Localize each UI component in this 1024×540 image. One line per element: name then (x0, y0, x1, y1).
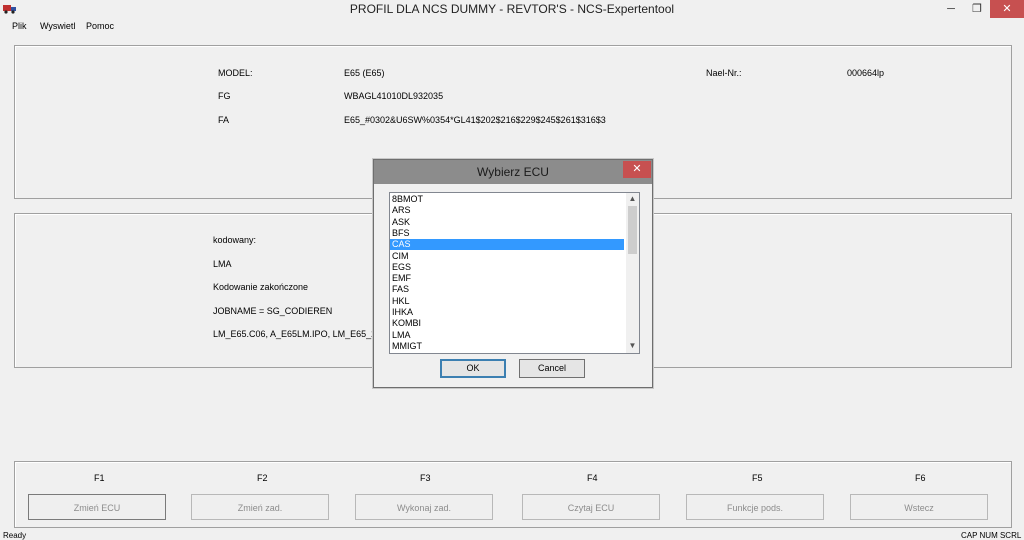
status-line-3: Kodowanie zakończone (213, 282, 309, 292)
ecu-list-item[interactable]: IHKA (390, 307, 624, 318)
status-line-2: LMA (213, 259, 232, 269)
nael-value: 000664lp (847, 68, 885, 78)
title-bar: PROFIL DLA NCS DUMMY - REVTOR'S - NCS-Ex… (0, 0, 1024, 19)
close-button[interactable]: ✕ (990, 0, 1024, 18)
ecu-list-item[interactable]: KOMBI (390, 318, 624, 329)
dialog-title: Wybierz ECU (477, 165, 549, 179)
ecu-list-item[interactable]: MMIGT (390, 341, 624, 352)
scroll-down-icon[interactable]: ▼ (626, 340, 639, 352)
status-line-1: kodowany: (213, 235, 257, 245)
ecu-list-item[interactable]: ASK (390, 217, 624, 228)
basic-functions-button[interactable]: Funkcje pods. (686, 494, 824, 520)
ecu-list-item[interactable]: CAS (390, 239, 624, 251)
fg-value: WBAGL41010DL932035 (344, 91, 444, 101)
model-value: E65 (E65) (344, 68, 385, 78)
f5-key-label: F5 (752, 473, 763, 483)
nael-label: Nael-Nr.: (706, 68, 742, 78)
model-label: MODEL: (218, 68, 253, 78)
change-ecu-button[interactable]: Zmień ECU (28, 494, 166, 520)
menu-plik[interactable]: Plik (12, 21, 27, 31)
cancel-button[interactable]: Cancel (519, 359, 585, 378)
scrollbar-thumb[interactable] (628, 206, 637, 254)
menu-pomoc[interactable]: Pomoc (86, 21, 114, 31)
read-ecu-button[interactable]: Czytaj ECU (522, 494, 660, 520)
execute-job-button[interactable]: Wykonaj zad. (355, 494, 493, 520)
minimize-button[interactable]: ─ (938, 0, 964, 18)
status-text: Ready (3, 531, 27, 540)
fa-label: FA (218, 115, 230, 125)
dialog-body: 8BMOT ARS ASK BFS CAS CIM EGS EMF FAS HKL IHKA KOMB… (380, 184, 646, 381)
menu-bar: Plik Wyswietl Pomoc (0, 19, 1024, 35)
change-job-button[interactable]: Zmień zad. (191, 494, 329, 520)
f2-key-label: F2 (257, 473, 268, 483)
status-line-5: LM_E65.C06, A_E65LM.IPO, LM_E65_2.PRG (213, 329, 399, 339)
ecu-list-item[interactable]: EGS (390, 262, 624, 273)
ecu-list-item[interactable]: BFS (390, 228, 624, 239)
ecu-list-item[interactable]: LMA (390, 330, 624, 341)
listbox-scrollbar[interactable]: ▲ ▼ (626, 193, 639, 353)
ecu-list-item[interactable]: FAS (390, 284, 624, 295)
restore-button[interactable]: ❐ (964, 0, 990, 18)
f3-key-label: F3 (420, 473, 431, 483)
f4-key-label: F4 (587, 473, 598, 483)
ecu-list-item[interactable]: 8BMOT (390, 194, 624, 205)
ecu-list-item[interactable]: ARS (390, 205, 624, 216)
scroll-up-icon[interactable]: ▲ (626, 193, 639, 205)
dialog-title-bar: Wybierz ECU ✕ (374, 160, 652, 184)
menu-wyswietl[interactable]: Wyswietl (40, 21, 75, 31)
ecu-list-item[interactable]: CIM (390, 251, 624, 262)
f6-key-label: F6 (915, 473, 926, 483)
keyboard-indicators: CAP NUM SCRL (961, 531, 1022, 540)
fg-label: FG (218, 91, 231, 101)
ecu-listbox[interactable]: 8BMOT ARS ASK BFS CAS CIM EGS EMF FAS HKL IHKA KOMB… (389, 192, 640, 354)
back-button[interactable]: Wstecz (850, 494, 988, 520)
dialog-close-button[interactable]: ✕ (623, 161, 651, 178)
window-title: PROFIL DLA NCS DUMMY - REVTOR'S - NCS-Ex… (349, 2, 675, 16)
select-ecu-dialog: Wybierz ECU ✕ 8BMOT ARS ASK BFS CAS CIM EGS EMF… (373, 159, 653, 388)
ecu-list-item[interactable]: HKL (390, 296, 624, 307)
ecu-list-item[interactable]: EMF (390, 273, 624, 284)
status-line-4: JOBNAME = SG_CODIEREN (213, 306, 333, 316)
fa-value: E65_#0302&U6SW%0354*GL41$202$216$229$245… (344, 115, 606, 125)
ok-button[interactable]: OK (440, 359, 506, 378)
f1-key-label: F1 (94, 473, 105, 483)
status-bar: Ready CAP NUM SCRL (0, 532, 1024, 540)
